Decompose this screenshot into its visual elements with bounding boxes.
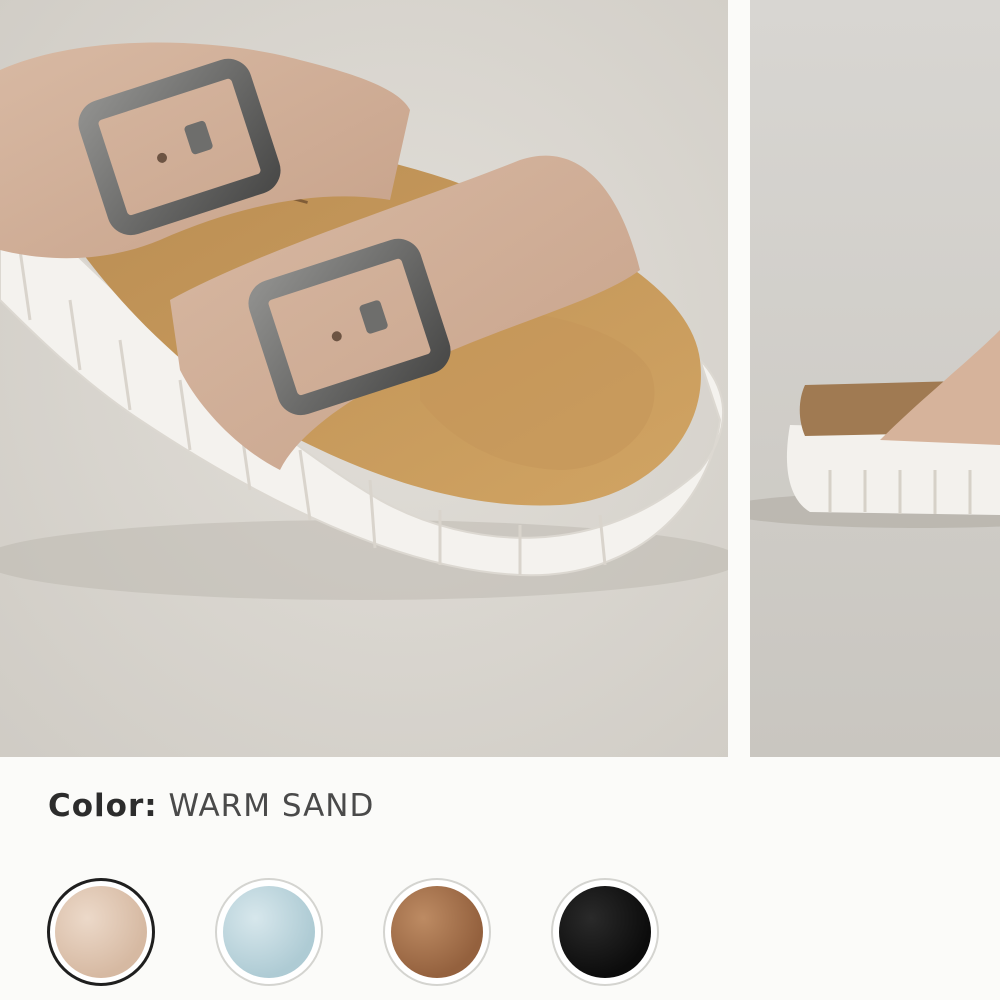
swatch-cognac[interactable] — [383, 878, 491, 986]
swatch-black[interactable] — [551, 878, 659, 986]
sandal-side-photo — [750, 0, 1000, 757]
swatch-warm-sand-fill — [55, 886, 147, 978]
swatch-black-fill — [559, 886, 651, 978]
product-image-main[interactable]: papillio — [0, 0, 728, 757]
product-image-gallery[interactable]: papillio — [0, 0, 1000, 757]
swatch-cognac-fill — [391, 886, 483, 978]
color-label: Color: — [48, 788, 158, 824]
color-selection-label: Color: WARM SAND — [48, 788, 374, 824]
swatch-light-blue-fill — [223, 886, 315, 978]
product-image-next[interactable] — [750, 0, 1000, 757]
selected-color-value: WARM SAND — [168, 788, 375, 824]
swatch-warm-sand[interactable] — [47, 878, 155, 986]
color-swatch-list — [47, 878, 667, 992]
sandal-photo: papillio — [0, 0, 728, 757]
swatch-light-blue[interactable] — [215, 878, 323, 986]
